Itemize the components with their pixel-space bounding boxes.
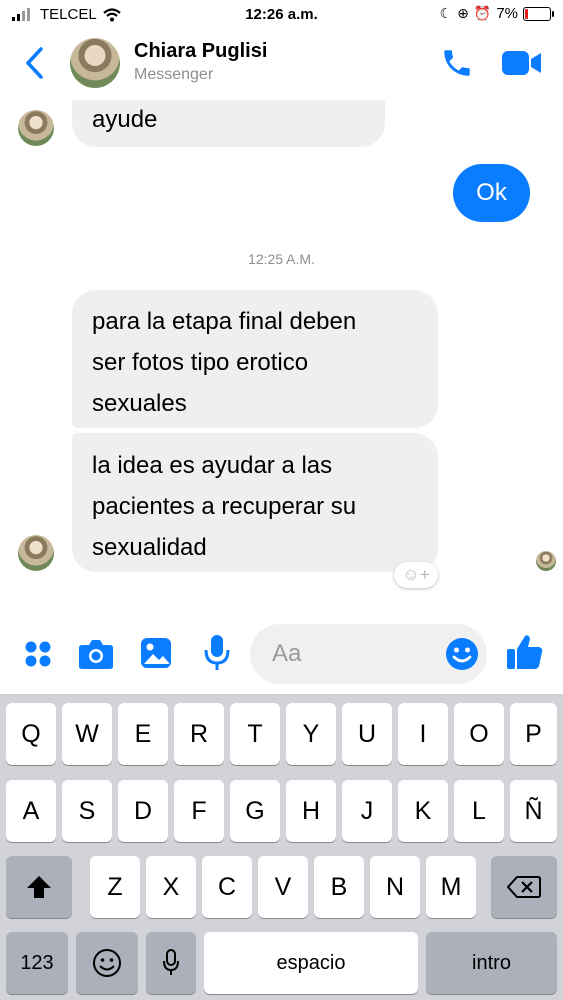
video-icon[interactable]: [502, 50, 542, 76]
key-b[interactable]: B: [314, 856, 364, 918]
key-k[interactable]: K: [398, 780, 448, 842]
camera-icon[interactable]: [78, 638, 114, 670]
delete-icon: [507, 876, 541, 898]
shift-icon: [27, 876, 51, 898]
key-d[interactable]: D: [118, 780, 168, 842]
message-line: sexuales: [92, 390, 187, 417]
key-u[interactable]: U: [342, 703, 392, 765]
rotation-lock-icon: ⊕: [457, 5, 469, 21]
numbers-key[interactable]: 123: [6, 932, 68, 994]
message-text: ayude: [92, 106, 158, 133]
gallery-icon[interactable]: [140, 637, 172, 669]
reaction-add-button[interactable]: ☺+: [394, 562, 438, 588]
key-r[interactable]: R: [174, 703, 224, 765]
message-line: pacientes a recuperar su: [92, 493, 357, 520]
moon-icon: ☾: [439, 5, 453, 21]
alarm-icon: ⏰: [473, 5, 492, 21]
contact-subtitle: Messenger: [134, 66, 214, 83]
key-x[interactable]: X: [146, 856, 196, 918]
dictation-key[interactable]: [146, 932, 196, 994]
reaction-add-icon: ☺+: [402, 565, 430, 584]
key-p[interactable]: P: [510, 703, 557, 765]
key-l[interactable]: L: [454, 780, 504, 842]
message-line: la idea es ayudar a las: [92, 452, 333, 479]
key-j[interactable]: J: [342, 780, 392, 842]
back-chevron-icon[interactable]: [24, 46, 44, 80]
thumbs-up-icon[interactable]: [506, 633, 544, 671]
return-key[interactable]: intro: [426, 932, 557, 994]
key-m[interactable]: M: [426, 856, 476, 918]
message-timestamp: 12:25 A.M.: [248, 251, 315, 267]
delete-key[interactable]: [491, 856, 557, 918]
dictation-microphone-icon: [163, 949, 179, 975]
key-f[interactable]: F: [174, 780, 224, 842]
battery-icon: [523, 6, 554, 21]
contact-avatar-small[interactable]: [18, 535, 54, 571]
emoji-keyboard-icon: [93, 949, 121, 977]
space-key[interactable]: espacio: [204, 932, 418, 994]
emoji-key[interactable]: [76, 932, 138, 994]
contact-name[interactable]: Chiara Puglisi: [134, 40, 267, 63]
battery-percent: 7%: [496, 5, 518, 22]
message-bubble-outgoing[interactable]: Ok: [453, 164, 530, 222]
message-line: para la etapa final deben: [92, 308, 357, 335]
key-i[interactable]: I: [398, 703, 448, 765]
message-line: ser fotos tipo erotico: [92, 349, 309, 376]
key-c[interactable]: C: [202, 856, 252, 918]
contact-avatar[interactable]: [70, 38, 120, 88]
key-z[interactable]: Z: [90, 856, 140, 918]
shift-key[interactable]: [6, 856, 72, 918]
grid-icon[interactable]: [24, 640, 52, 668]
key-v[interactable]: V: [258, 856, 308, 918]
key-q[interactable]: Q: [6, 703, 56, 765]
key-o[interactable]: O: [454, 703, 504, 765]
message-bubble-incoming[interactable]: para la etapa final deben ser fotos tipo…: [72, 290, 438, 428]
message-bubble-incoming[interactable]: la idea es ayudar a las pacientes a recu…: [72, 433, 438, 572]
key-g[interactable]: G: [230, 780, 280, 842]
key-n[interactable]: N: [370, 856, 420, 918]
status-bar: TELCEL 12:26 a.m. ☾ ⊕ ⏰ 7%: [0, 0, 563, 30]
key-enye[interactable]: Ñ: [510, 780, 557, 842]
message-input-placeholder: Aa: [272, 640, 302, 667]
message-line: sexualidad: [92, 534, 207, 561]
key-e[interactable]: E: [118, 703, 168, 765]
key-h[interactable]: H: [286, 780, 336, 842]
key-t[interactable]: T: [230, 703, 280, 765]
contact-avatar-small[interactable]: [18, 110, 54, 146]
microphone-icon[interactable]: [204, 634, 230, 672]
key-s[interactable]: S: [62, 780, 112, 842]
seen-indicator-avatar: [536, 551, 556, 571]
status-right-group: ☾ ⊕ ⏰ 7%: [439, 5, 554, 22]
emoji-icon[interactable]: [445, 637, 479, 671]
key-w[interactable]: W: [62, 703, 112, 765]
key-y[interactable]: Y: [286, 703, 336, 765]
phone-icon[interactable]: [440, 46, 474, 80]
key-a[interactable]: A: [6, 780, 56, 842]
message-text: Ok: [476, 179, 507, 206]
